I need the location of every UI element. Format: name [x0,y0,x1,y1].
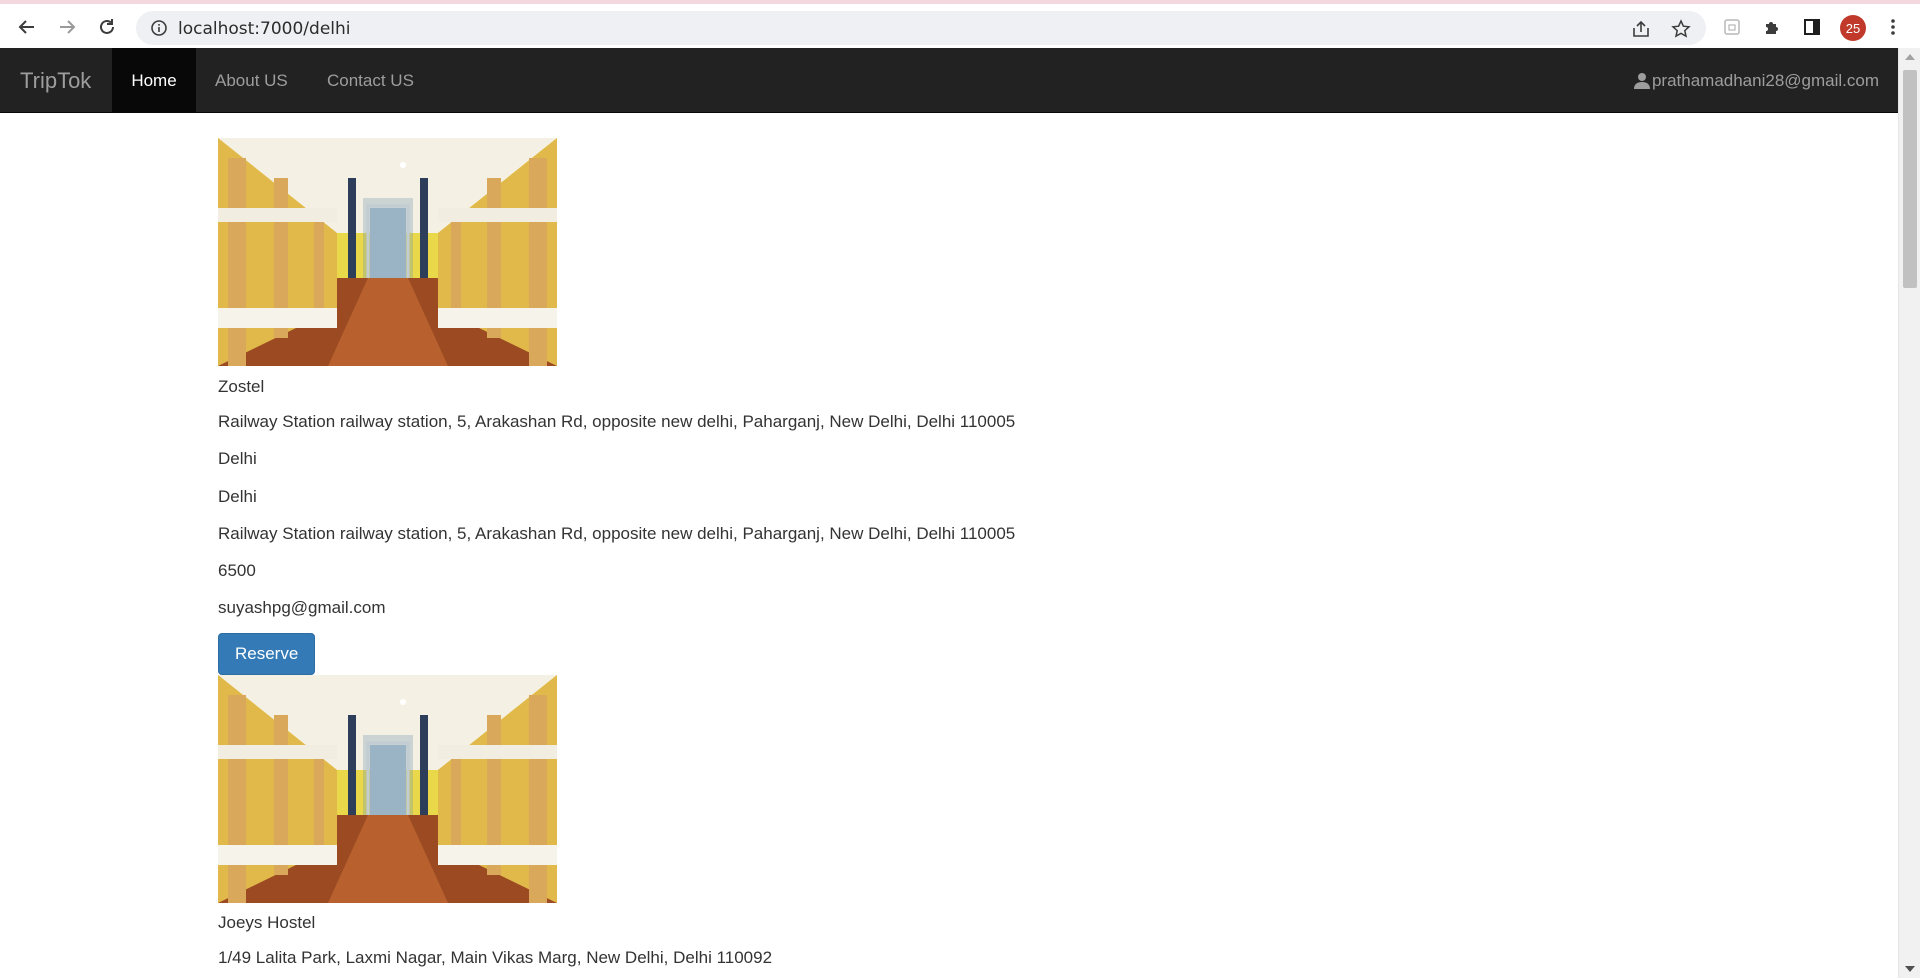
scroll-down-icon[interactable] [1905,966,1915,972]
url-text[interactable]: localhost:7000/delhi [178,19,351,39]
hostel-image [218,675,557,903]
hostel-city: Delhi [218,449,257,468]
hostel-address: 1/49 Lalita Park, Laxmi Nagar, Main Vika… [218,948,773,967]
browser-toolbar: localhost:7000/delhi 25 [0,0,1920,48]
hostel-address: Railway Station railway station, 5, Arak… [218,412,1016,431]
menu-icon[interactable] [1878,12,1908,42]
hostel-state: Delhi [218,487,257,506]
forward-icon[interactable] [52,12,82,42]
address-bar[interactable]: localhost:7000/delhi [136,11,1706,45]
brand-logo[interactable]: TripTok [20,48,91,113]
info-icon[interactable] [150,19,168,37]
hostel-address-2: Railway Station railway station, 5, Arak… [218,524,1016,543]
user-icon [1633,72,1650,89]
hostel-name: Zostel [218,377,265,396]
user-account[interactable]: prathamadhani28@gmail.com [1633,48,1879,113]
profile-avatar[interactable]: 25 [1840,15,1866,41]
extension-icon[interactable] [1717,12,1747,42]
sidepanel-icon[interactable] [1797,12,1827,42]
nav-about-us[interactable]: About US [197,48,306,113]
reload-icon[interactable] [92,12,122,42]
nav-contact-us[interactable]: Contact US [309,48,432,113]
scroll-thumb[interactable] [1903,70,1917,288]
hostel-email: suyashpg@gmail.com [218,598,386,617]
hostel-price: 6500 [218,561,256,580]
reserve-button[interactable]: Reserve [218,633,316,675]
listings-container: Zostel Railway Station railway station, … [218,138,1718,968]
puzzle-icon[interactable] [1757,12,1787,42]
site-navbar: TripTok Home About US Contact US pratham… [0,48,1898,113]
scroll-up-icon[interactable] [1905,54,1915,60]
listing-card: Joeys Hostel 1/49 Lalita Park, Laxmi Nag… [218,675,1718,968]
star-icon[interactable] [1670,18,1692,40]
page-scrollbar[interactable] [1898,48,1920,978]
hostel-image [218,138,557,366]
nav-home[interactable]: Home [112,48,196,113]
user-email-text[interactable]: prathamadhani28@gmail.com [1652,48,1879,113]
hostel-name: Joeys Hostel [218,913,316,932]
back-icon[interactable] [12,12,42,42]
share-icon[interactable] [1630,18,1652,40]
listing-card: Zostel Railway Station railway station, … [218,138,1718,675]
